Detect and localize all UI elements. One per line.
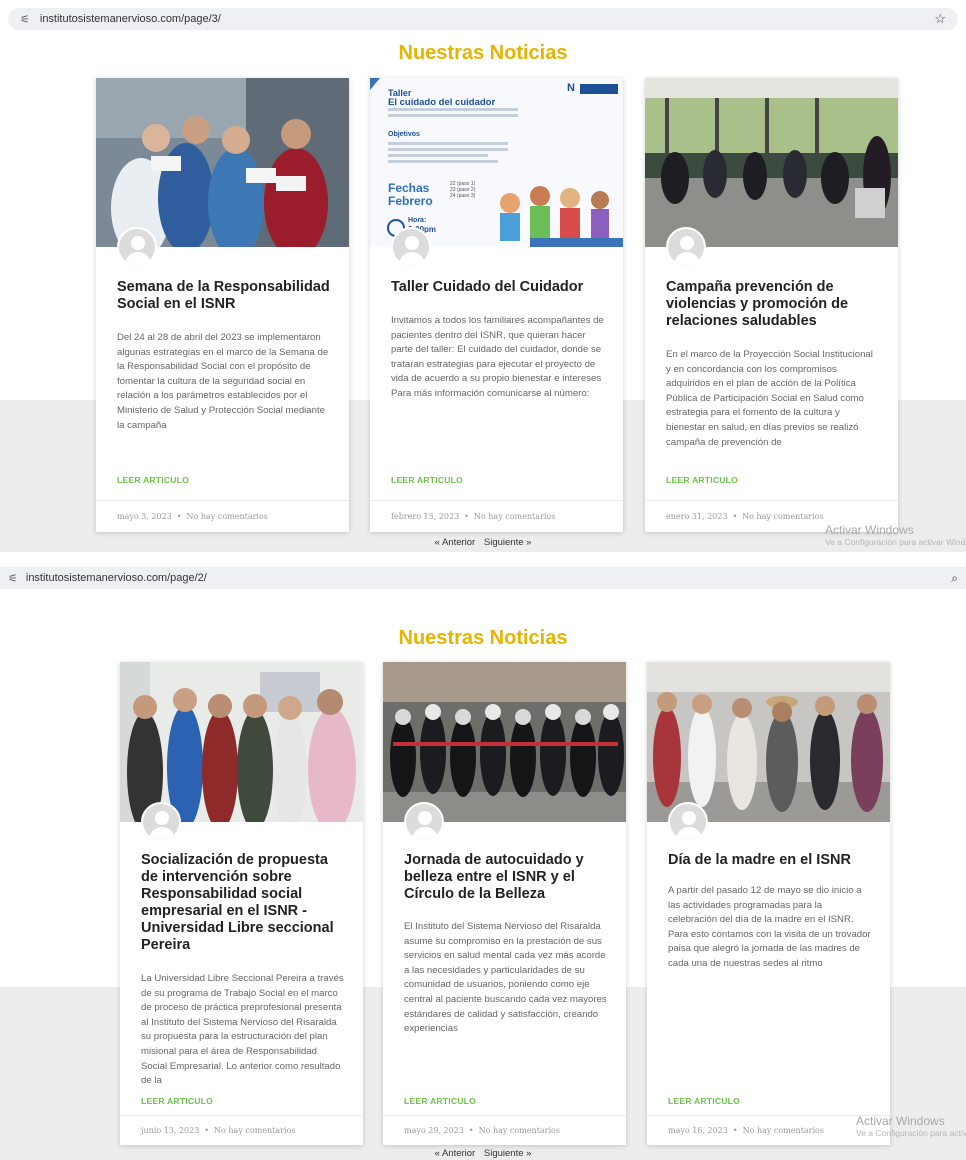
poster-dates: 22 (paso 1) 23 (paso 2) 24 (paso 3) (450, 181, 476, 199)
watermark-line1: Activar Windows (856, 1114, 945, 1128)
post-title[interactable]: Taller Cuidado del Cuidador (391, 279, 605, 296)
post-date: febrero 15, 2023 (391, 512, 460, 521)
pagination: « Anterior Siguiente » (0, 537, 966, 548)
post-excerpt: Del 24 al 28 de abril del 2023 se implem… (117, 332, 329, 431)
magnifier-icon[interactable]: ⌕ (951, 571, 958, 586)
post-title[interactable]: Campaña prevención de violencias y promo… (666, 279, 880, 330)
read-more-link[interactable]: LEER ARTICULO (666, 475, 738, 485)
tune-icon[interactable]: ⚟ (8, 572, 18, 585)
poster-febrero: Febrero (388, 194, 433, 208)
news-card: Socialización de propuesta de intervenci… (120, 662, 363, 1145)
read-more-link[interactable]: LEER ARTICULO (141, 1096, 213, 1106)
news-photo[interactable] (120, 662, 363, 822)
news-card: Semana de la Responsabilidad Social en e… (96, 78, 349, 532)
post-meta: junio 13, 2023 • No hay comentarios (120, 1115, 363, 1145)
post-date: mayo 16, 2023 (668, 1126, 728, 1135)
author-avatar (391, 227, 431, 267)
post-title[interactable]: Socialización de propuesta de intervenci… (141, 852, 345, 954)
news-card: Día de la madre en el ISNR A partir del … (647, 662, 890, 1145)
post-excerpt: Invitamos a todos los familiares acompañ… (391, 315, 604, 404)
section-heading: Nuestras Noticias (398, 627, 568, 649)
comments-link[interactable]: No hay comentarios (479, 1126, 560, 1135)
author-avatar (117, 227, 157, 267)
post-excerpt: La Universidad Libre Seccional Pereira a… (141, 973, 344, 1087)
post-excerpt: En el marco de la Proyección Social Inst… (666, 349, 873, 448)
author-avatar (666, 227, 706, 267)
pagination: « Anterior Siguiente » (0, 1148, 966, 1159)
author-avatar (668, 802, 708, 842)
windows-activation-watermark: Activar Windows Ve a Configuración para … (825, 523, 966, 547)
comments-link[interactable]: No hay comentarios (742, 512, 823, 521)
screenshot-page-3: ⚟ institutosistemanervioso.com/page/3/ ☆… (0, 0, 966, 562)
url-text[interactable]: institutosistemanervioso.com/page/3/ (40, 13, 221, 25)
news-poster[interactable]: Taller El cuidado del cuidador Objetivos… (370, 78, 623, 247)
prev-page-link[interactable]: « Anterior (435, 537, 476, 548)
address-bar[interactable]: ⚟ institutosistemanervioso.com/page/3/ ☆ (8, 8, 958, 30)
author-avatar (141, 802, 181, 842)
read-more-link[interactable]: LEER ARTICULO (404, 1096, 476, 1106)
post-title[interactable]: Semana de la Responsabilidad Social en e… (117, 279, 331, 313)
author-avatar (404, 802, 444, 842)
poster-objetivos: Objetivos (388, 131, 420, 138)
star-icon[interactable]: ☆ (934, 11, 946, 27)
poster-fechas: Fechas (388, 181, 430, 195)
next-page-link[interactable]: Siguiente » (484, 1148, 532, 1159)
post-meta: mayo 3, 2023 • No hay comentarios (96, 500, 349, 532)
post-meta: mayo 29, 2023 • No hay comentarios (383, 1115, 626, 1145)
read-more-link[interactable]: LEER ARTICULO (117, 475, 189, 485)
address-bar[interactable]: ⚟ institutosistemanervioso.com/page/2/ ⌕ (0, 567, 966, 589)
windows-activation-watermark: Activar Windows Ve a Configuración para … (856, 1114, 966, 1138)
news-photo[interactable] (383, 662, 626, 822)
post-meta: febrero 15, 2023 • No hay comentarios (370, 500, 623, 532)
post-excerpt: El Instituto del Sistema Nervioso del Ri… (404, 921, 607, 1035)
comments-link[interactable]: No hay comentarios (187, 512, 268, 521)
url-text[interactable]: institutosistemanervioso.com/page/2/ (26, 572, 207, 584)
post-date: enero 31, 2023 (666, 512, 728, 521)
read-more-link[interactable]: LEER ARTICULO (391, 475, 463, 485)
news-card: Campaña prevención de violencias y promo… (645, 78, 898, 532)
watermark-line2: Ve a Configuración para activar Windows. (825, 537, 966, 547)
news-photo[interactable] (96, 78, 349, 247)
screenshot-page-2: ⚟ institutosistemanervioso.com/page/2/ ⌕… (0, 567, 966, 1160)
poster-hora-label: Hora: (408, 217, 427, 224)
comments-link[interactable]: No hay comentarios (474, 512, 555, 521)
watermark-line2: Ve a Configuración para activar Windows. (856, 1128, 966, 1138)
prev-page-link[interactable]: « Anterior (435, 1148, 476, 1159)
post-date: mayo 3, 2023 (117, 512, 172, 521)
post-meta: mayo 16, 2023 • No hay comentarios (647, 1115, 890, 1145)
post-title[interactable]: Día de la madre en el ISNR (668, 852, 872, 869)
tune-icon[interactable]: ⚟ (20, 13, 30, 26)
post-title[interactable]: Jornada de autocuidado y belleza entre e… (404, 852, 608, 903)
section-heading: Nuestras Noticias (398, 42, 568, 64)
watermark-line1: Activar Windows (825, 523, 914, 537)
post-date: mayo 29, 2023 (404, 1126, 464, 1135)
poster-headline: El cuidado del cuidador (388, 97, 496, 108)
comments-link[interactable]: No hay comentarios (743, 1126, 824, 1135)
post-date: junio 13, 2023 (141, 1126, 200, 1135)
post-excerpt: A partir del pasado 12 de mayo se dio in… (668, 885, 871, 969)
news-photo[interactable] (647, 662, 890, 822)
next-page-link[interactable]: Siguiente » (484, 537, 532, 548)
news-card: Jornada de autocuidado y belleza entre e… (383, 662, 626, 1145)
comments-link[interactable]: No hay comentarios (214, 1126, 295, 1135)
news-photo[interactable] (645, 78, 898, 247)
read-more-link[interactable]: LEER ARTICULO (668, 1096, 740, 1106)
poster-logo: N (567, 82, 575, 94)
news-card: Taller El cuidado del cuidador Objetivos… (370, 78, 623, 532)
